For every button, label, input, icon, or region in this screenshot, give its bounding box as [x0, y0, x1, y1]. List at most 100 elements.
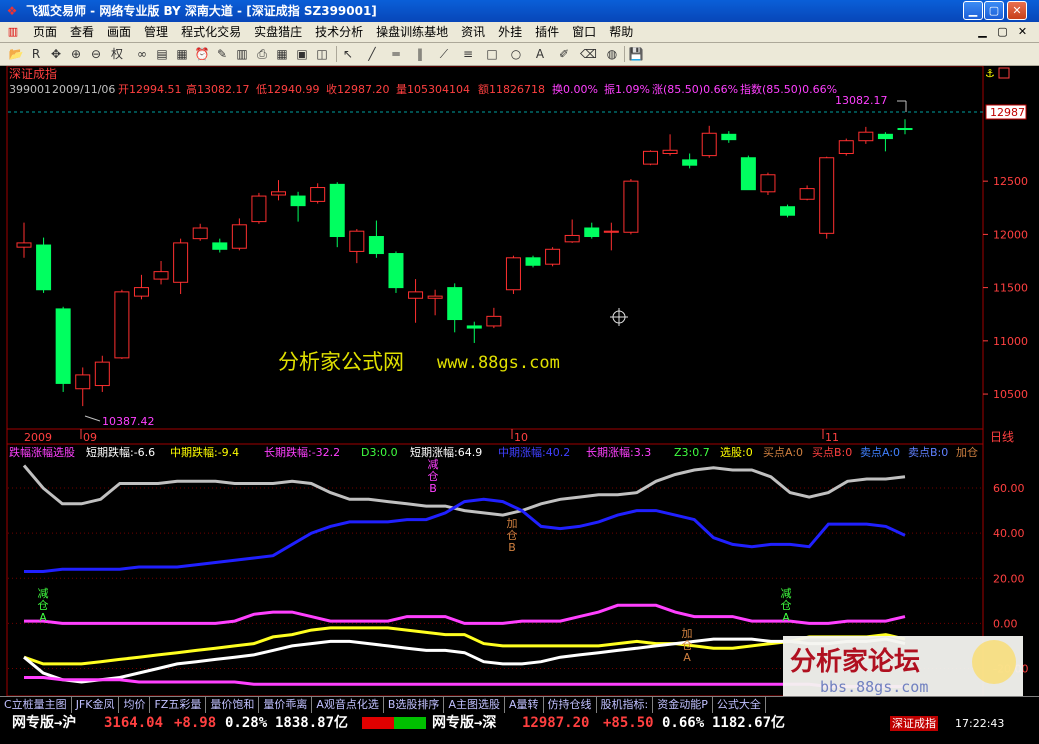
formula-tab-11[interactable]: 股机指标:	[597, 697, 654, 713]
print-icon[interactable]: ⎙	[254, 46, 270, 62]
fib-icon[interactable]: ≡	[460, 46, 476, 62]
mdi-close-button[interactable]: ✕	[1015, 25, 1030, 39]
eraser-icon[interactable]: ⌫	[580, 46, 597, 62]
menu-item-12[interactable]: 帮助	[602, 24, 639, 40]
menu-item-5[interactable]: 实盘猎庄	[247, 24, 308, 40]
line-icon[interactable]: ╱	[364, 46, 380, 62]
menu-item-1[interactable]: 查看	[63, 24, 100, 40]
period-label[interactable]: 日线	[990, 430, 1014, 444]
ellipse-icon[interactable]: ○	[508, 46, 524, 62]
formula-tab-0[interactable]: C立桩量主图	[0, 697, 72, 713]
minimize-button[interactable]: ▁	[963, 1, 983, 20]
formula-tab-5[interactable]: 量价乖离	[259, 697, 313, 713]
sz-label[interactable]: 网专版→深	[432, 715, 496, 732]
candle[interactable]	[368, 220, 384, 258]
candle[interactable]	[564, 219, 580, 243]
candle[interactable]	[251, 192, 267, 224]
alarm-icon[interactable]: ⏰	[194, 46, 210, 62]
layout-icon[interactable]: ▤	[154, 46, 170, 62]
candle[interactable]	[231, 218, 247, 251]
brush-icon[interactable]: ✐	[556, 46, 572, 62]
quanxuan-dropdown[interactable]: 权	[106, 46, 128, 62]
candle[interactable]	[349, 229, 365, 264]
zoom-out-icon[interactable]: ⊖	[88, 46, 104, 62]
menu-item-6[interactable]: 技术分析	[308, 24, 369, 40]
candle[interactable]	[799, 185, 815, 201]
forum-ad-logo[interactable]: 分析家论坛 bbs.88gs.com	[783, 636, 1023, 696]
link-icon[interactable]: ∞	[134, 46, 150, 62]
rsi-icon[interactable]: R	[28, 46, 44, 62]
candle[interactable]	[290, 191, 306, 222]
candle[interactable]	[466, 321, 482, 343]
candle[interactable]	[838, 138, 854, 156]
candle[interactable]	[721, 131, 737, 143]
candle[interactable]	[310, 183, 326, 204]
menu-item-11[interactable]: 窗口	[565, 24, 602, 40]
text-icon[interactable]: A	[532, 46, 548, 62]
menu-item-4[interactable]: 程式化交易	[174, 24, 247, 40]
candle[interactable]	[642, 150, 658, 166]
menu-item-7[interactable]: 操盘训练基地	[369, 24, 454, 40]
candle[interactable]	[623, 179, 639, 235]
menu-item-9[interactable]: 外挂	[491, 24, 528, 40]
panel-toggle-icon[interactable]	[998, 67, 1010, 79]
candle[interactable]	[760, 172, 776, 195]
candle[interactable]	[819, 156, 835, 239]
close-button[interactable]: ✕	[1007, 1, 1027, 20]
candle[interactable]	[897, 119, 913, 135]
candle[interactable]	[780, 204, 796, 218]
folder-icon[interactable]: 📂	[8, 46, 24, 62]
palette-icon[interactable]: ◍	[604, 46, 620, 62]
mdi-restore-button[interactable]: ▢	[995, 25, 1010, 39]
maximize-button[interactable]: ▢	[984, 1, 1004, 20]
candle[interactable]	[877, 132, 893, 152]
window-icon[interactable]: ▣	[294, 46, 310, 62]
grid-icon[interactable]: ▦	[274, 46, 290, 62]
move-icon[interactable]: ✥	[48, 46, 64, 62]
candle[interactable]	[192, 223, 208, 241]
current-index-tab[interactable]: 深证成指	[890, 716, 938, 731]
save-icon[interactable]: 💾	[628, 46, 644, 62]
stock-chart[interactable]: 深证成指 399001 2009/11/06 开12994.51 高13082.…	[0, 66, 1039, 696]
formula-tab-9[interactable]: A量转	[505, 697, 544, 713]
formula-tab-10[interactable]: 仿持仓线	[544, 697, 597, 713]
candle[interactable]	[408, 279, 424, 323]
formula-tab-6[interactable]: A观音点化选	[312, 697, 384, 713]
candle[interactable]	[329, 182, 345, 248]
menu-item-10[interactable]: 插件	[528, 24, 565, 40]
menu-item-3[interactable]: 管理	[137, 24, 174, 40]
candle[interactable]	[662, 134, 678, 156]
formula-tab-1[interactable]: JFK金凤	[72, 697, 120, 713]
mdi-minimize-button[interactable]: ▁	[975, 25, 990, 39]
candle[interactable]	[133, 274, 149, 300]
candle[interactable]	[584, 222, 600, 239]
channel-icon[interactable]: ‖	[412, 46, 428, 62]
fan-icon[interactable]: ⟋	[436, 46, 452, 62]
candle[interactable]	[153, 261, 169, 285]
candle[interactable]	[388, 251, 404, 293]
menu-item-0[interactable]: 页面	[26, 24, 63, 40]
formula-tab-2[interactable]: 均价	[119, 697, 151, 713]
zoom-in-icon[interactable]: ⊕	[68, 46, 84, 62]
candle[interactable]	[16, 222, 32, 258]
formula-tab-8[interactable]: A主图选股	[444, 697, 505, 713]
cursor-icon[interactable]: ↖	[340, 46, 356, 62]
formula-tab-13[interactable]: 公式大全	[713, 697, 766, 713]
formula-tab-12[interactable]: 资金动能P	[653, 697, 713, 713]
candle[interactable]	[486, 307, 502, 329]
formula-tab-4[interactable]: 量价饱和	[206, 697, 260, 713]
candle[interactable]	[505, 255, 521, 294]
candle[interactable]	[740, 155, 756, 191]
candle[interactable]	[545, 247, 561, 267]
candle[interactable]	[36, 237, 52, 293]
candle[interactable]	[682, 153, 698, 169]
stack-icon[interactable]: ◫	[314, 46, 330, 62]
candle[interactable]	[212, 238, 228, 253]
candle[interactable]	[173, 238, 189, 294]
menu-item-8[interactable]: 资讯	[454, 24, 491, 40]
candle[interactable]	[114, 289, 130, 359]
sh-label[interactable]: 网专版→沪	[12, 715, 76, 732]
formula-tab-7[interactable]: B选股排序	[384, 697, 445, 713]
candle[interactable]	[525, 255, 541, 268]
candle[interactable]	[94, 355, 110, 392]
